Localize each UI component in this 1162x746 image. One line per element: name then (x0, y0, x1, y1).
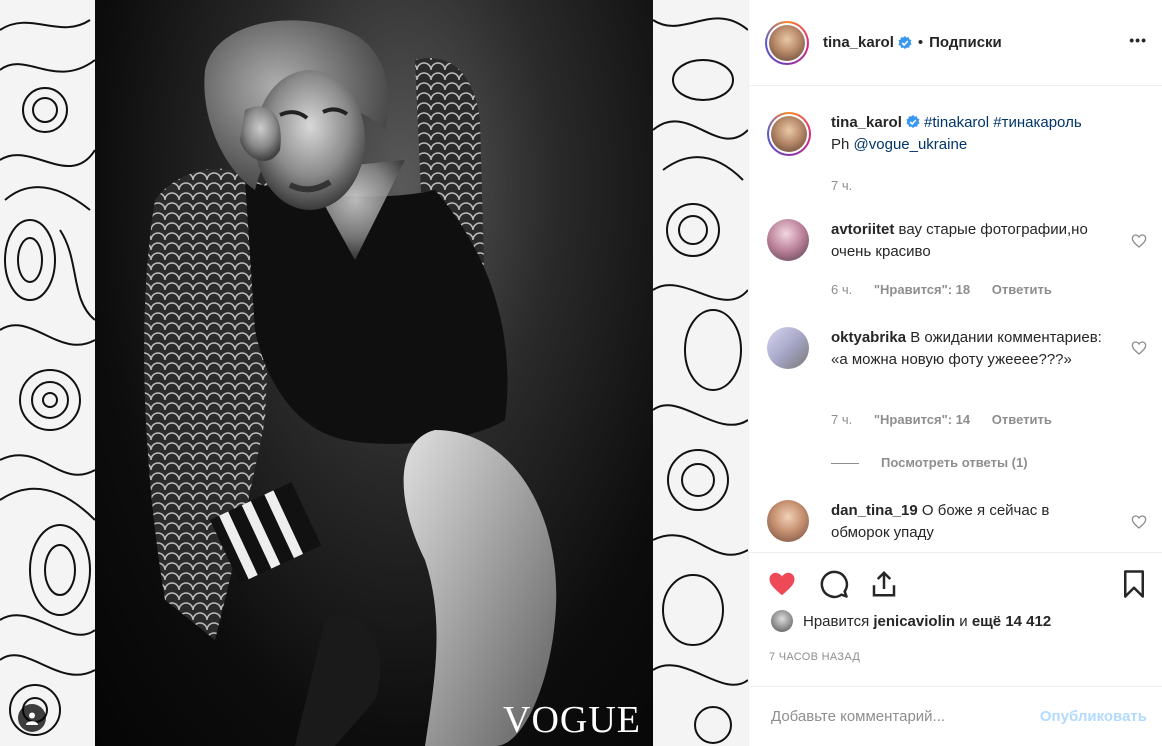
post-photo: VOGUE (95, 0, 653, 746)
post-details-panel: tina_karol • Подписки ••• tina_karol #ti… (748, 0, 1162, 746)
post-media[interactable]: VOGUE (0, 0, 748, 746)
publish-button[interactable]: Опубликовать (1040, 708, 1147, 725)
liker-avatar[interactable] (771, 610, 793, 632)
share-icon[interactable] (869, 569, 899, 599)
more-options-icon[interactable]: ••• (1129, 32, 1147, 48)
vogue-watermark: VOGUE (503, 699, 641, 741)
likes-count-button[interactable]: ещё 14 412 (972, 613, 1051, 630)
likes-summary: Нравится jenicaviolin и ещё 14 412 (771, 610, 1051, 632)
like-heart-icon[interactable] (767, 569, 797, 599)
caption-avatar[interactable] (767, 112, 811, 156)
reply-button[interactable]: Ответить (992, 282, 1052, 297)
reply-button[interactable]: Ответить (992, 412, 1052, 427)
comment-username[interactable]: avtoriitet (831, 221, 894, 238)
comment-time[interactable]: 6 ч. (831, 282, 852, 297)
bookmark-icon[interactable] (1119, 569, 1149, 599)
view-replies-label: Посмотреть ответы (1) (881, 455, 1028, 470)
comment-composer: Опубликовать (749, 686, 1162, 746)
comment-username[interactable]: oktyabrika (831, 329, 906, 346)
comment-meta: 7 ч. "Нравится": 14 Ответить (831, 412, 1070, 427)
verified-badge-icon (898, 35, 912, 49)
comment-username[interactable]: dan_tina_19 (831, 502, 918, 519)
view-replies-button[interactable]: Посмотреть ответы (1) (831, 455, 1028, 470)
commenter-avatar[interactable] (767, 219, 809, 261)
hashtag-link[interactable]: #tinakarol (924, 114, 989, 131)
caption-time[interactable]: 7 ч. (831, 178, 852, 193)
tagged-users-icon[interactable] (18, 704, 46, 732)
likes-middle: и (959, 612, 968, 630)
liker-username[interactable]: jenicaviolin (873, 613, 955, 630)
comment-like-count[interactable]: "Нравится": 18 (874, 282, 970, 297)
commenter-avatar[interactable] (767, 327, 809, 369)
comment-meta: 6 ч. "Нравится": 18 Ответить (831, 282, 1070, 297)
comment-like-icon[interactable] (1131, 340, 1147, 356)
doodle-pattern-right (653, 0, 748, 746)
post-header: tina_karol • Подписки ••• (749, 0, 1162, 86)
author-avatar[interactable] (765, 20, 809, 65)
verified-badge-icon (906, 115, 920, 128)
hashtag-link[interactable]: #тинакароль (993, 114, 1081, 131)
comment-time[interactable]: 7 ч. (831, 412, 852, 427)
comment-input[interactable] (769, 707, 1023, 726)
comment-like-icon[interactable] (1131, 233, 1147, 249)
action-bar (749, 552, 1162, 612)
comments-list: tina_karol #tinakarol #тинакароль Ph @vo… (749, 86, 1162, 552)
replies-divider (831, 463, 859, 465)
header-separator: • (917, 34, 924, 51)
caption-username[interactable]: tina_karol (831, 114, 902, 131)
doodle-pattern-left (0, 0, 95, 746)
likes-prefix: Нравится (803, 612, 870, 630)
comment-bubble-icon[interactable] (819, 569, 849, 599)
author-username[interactable]: tina_karol (823, 34, 894, 51)
follow-status-button[interactable]: Подписки (929, 34, 1002, 51)
comment-like-icon[interactable] (1131, 514, 1147, 530)
comment-like-count[interactable]: "Нравится": 14 (874, 412, 970, 427)
commenter-avatar[interactable] (767, 500, 809, 542)
caption-text: Ph (831, 136, 850, 153)
photo-illustration (144, 20, 557, 746)
mention-link[interactable]: @vogue_ukraine (854, 136, 968, 153)
post-timestamp[interactable]: 7 ЧАСОВ НАЗАД (769, 651, 860, 663)
